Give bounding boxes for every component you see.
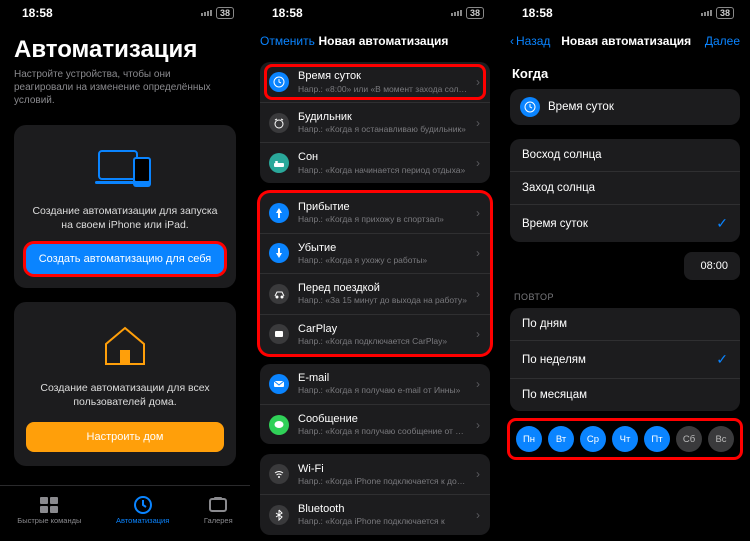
devices-icon (26, 141, 224, 197)
chevron-right-icon: › (476, 467, 480, 481)
chevron-right-icon: › (476, 156, 480, 170)
chevron-right-icon: › (476, 508, 480, 522)
chevron-right-icon: › (476, 418, 480, 432)
setup-home-button[interactable]: Настроить дом (26, 422, 224, 452)
chevron-right-icon: › (476, 206, 480, 220)
signal-icon (451, 10, 462, 16)
weekday-selector: Пн Вт Ср Чт Пт Сб Вс (510, 421, 740, 457)
arrive-icon (268, 202, 290, 224)
screen-time-configuration: 18:58 38 ‹Назад Новая автоматизация Дале… (500, 0, 750, 541)
message-icon (268, 414, 290, 436)
day-thu[interactable]: Чт (612, 426, 638, 452)
battery-icon: 38 (216, 7, 234, 19)
alarm-icon (268, 112, 290, 134)
status-time: 18:58 (522, 6, 553, 20)
screen-automation-home: 18:58 38 Автоматизация Настройте устройс… (0, 0, 250, 541)
when-label: Когда (512, 66, 738, 81)
trigger-sleep[interactable]: СонНапр.: «Когда начинается период отдых… (260, 142, 490, 182)
email-icon (268, 373, 290, 395)
automation-icon (133, 496, 153, 514)
selected-trigger-pill: Время суток (510, 89, 740, 125)
page-title: Автоматизация (14, 36, 236, 64)
option-time-of-day[interactable]: Время суток✓ (510, 204, 740, 242)
repeat-weekly[interactable]: По неделям✓ (510, 340, 740, 378)
repeat-monthly[interactable]: По месяцам (510, 378, 740, 411)
chevron-right-icon: › (476, 116, 480, 130)
card-personal-automation: Создание автоматизации для запуска на св… (14, 125, 236, 288)
repeat-section-label: ПОВТОР (514, 292, 736, 302)
create-personal-automation-button[interactable]: Создать автоматизацию для себя (26, 244, 224, 274)
gallery-icon (208, 496, 228, 514)
chevron-right-icon: › (476, 327, 480, 341)
option-sunset[interactable]: Заход солнца (510, 171, 740, 204)
leave-icon (268, 242, 290, 264)
carplay-icon (268, 323, 290, 345)
chevron-right-icon: › (476, 287, 480, 301)
wifi-icon (268, 463, 290, 485)
cancel-button[interactable]: Отменить (260, 34, 315, 48)
trigger-time-of-day[interactable]: Время сутокНапр.: «8:00» или «В момент з… (260, 62, 490, 102)
tab-shortcuts[interactable]: Быстрые команды (17, 496, 81, 525)
home-icon (26, 318, 224, 374)
repeat-daily[interactable]: По дням (510, 308, 740, 340)
day-tue[interactable]: Вт (548, 426, 574, 452)
next-button[interactable]: Далее (702, 34, 740, 48)
trigger-message[interactable]: СообщениеНапр.: «Когда я получаю сообщен… (260, 404, 490, 444)
sleep-icon (268, 152, 290, 174)
tab-bar: Быстрые команды Автоматизация Галерея (0, 485, 250, 535)
trigger-leave[interactable]: УбытиеНапр.: «Когда я ухожу с работы» › (260, 233, 490, 273)
chevron-right-icon: › (476, 246, 480, 260)
chevron-right-icon: › (476, 377, 480, 391)
signal-icon (701, 10, 712, 16)
back-button[interactable]: ‹Назад (510, 34, 550, 48)
card-personal-text: Создание автоматизации для запуска на св… (26, 205, 224, 232)
checkmark-icon: ✓ (716, 351, 728, 368)
card-home-text: Создание автоматизации для всех пользова… (26, 382, 224, 409)
bluetooth-icon (268, 504, 290, 526)
screen-new-automation-triggers: 18:58 38 Отменить Новая автоматизация Вр… (250, 0, 500, 541)
nav-title: Новая автоматизация (318, 34, 448, 48)
tab-automation[interactable]: Автоматизация (116, 496, 169, 525)
shortcuts-icon (39, 496, 59, 514)
day-sun[interactable]: Вс (708, 426, 734, 452)
day-sat[interactable]: Сб (676, 426, 702, 452)
trigger-wifi[interactable]: Wi-FiНапр.: «Когда iPhone подключается к… (260, 454, 490, 494)
status-time: 18:58 (22, 6, 53, 20)
time-picker[interactable]: 08:00 (684, 252, 740, 280)
chevron-left-icon: ‹ (510, 34, 514, 48)
status-bar: 18:58 38 (250, 0, 500, 26)
nav-bar: Отменить Новая автоматизация (250, 26, 500, 56)
chevron-right-icon: › (476, 75, 480, 89)
nav-bar: ‹Назад Новая автоматизация Далее (500, 26, 750, 56)
page-subtitle: Настройте устройства, чтобы они реагиров… (14, 68, 224, 107)
tab-gallery[interactable]: Галерея (204, 496, 233, 525)
day-mon[interactable]: Пн (516, 426, 542, 452)
battery-icon: 38 (466, 7, 484, 19)
checkmark-icon: ✓ (716, 215, 728, 232)
trigger-bluetooth[interactable]: BluetoothНапр.: «Когда iPhone подключает… (260, 494, 490, 534)
trigger-email[interactable]: E-mailНапр.: «Когда я получаю e-mail от … (260, 364, 490, 404)
day-wed[interactable]: Ср (580, 426, 606, 452)
trigger-commute[interactable]: Перед поездкойНапр.: «За 15 минут до вых… (260, 273, 490, 313)
clock-icon (520, 97, 540, 117)
day-fri[interactable]: Пт (644, 426, 670, 452)
commute-icon (268, 283, 290, 305)
nav-title: Новая автоматизация (561, 34, 691, 48)
status-time: 18:58 (272, 6, 303, 20)
card-home-automation: Создание автоматизации для всех пользова… (14, 302, 236, 465)
option-sunrise[interactable]: Восход солнца (510, 139, 740, 171)
trigger-carplay[interactable]: CarPlayНапр.: «Когда подключается CarPla… (260, 314, 490, 354)
trigger-arrive[interactable]: ПрибытиеНапр.: «Когда я прихожу в спортз… (260, 193, 490, 233)
signal-icon (201, 10, 212, 16)
clock-icon (268, 71, 290, 93)
battery-icon: 38 (716, 7, 734, 19)
status-bar: 18:58 38 (500, 0, 750, 26)
status-bar: 18:58 38 (0, 0, 250, 26)
trigger-alarm[interactable]: БудильникНапр.: «Когда я останавливаю бу… (260, 102, 490, 142)
